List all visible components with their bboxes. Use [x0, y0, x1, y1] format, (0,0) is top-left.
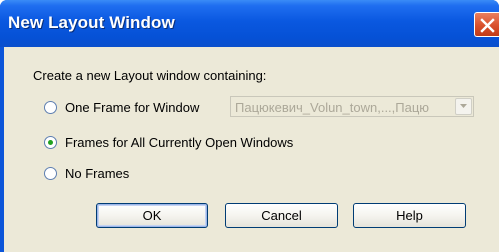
title-bar[interactable]: New Layout Window	[0, 0, 499, 47]
radio-all-frames[interactable]	[44, 135, 57, 149]
option-all-frames-label: Frames for All Currently Open Windows	[65, 134, 294, 150]
ok-button[interactable]: OK	[96, 203, 208, 228]
help-button[interactable]: Help	[353, 203, 466, 228]
dialog-window: New Layout Window Create a new Layout wi…	[0, 0, 499, 252]
dialog-prompt: Create a new Layout window containing:	[33, 68, 267, 83]
dialog-body: Create a new Layout window containing: O…	[4, 47, 499, 252]
window-select-dropdown-button	[455, 98, 472, 115]
option-all-frames[interactable]: Frames for All Currently Open Windows	[44, 133, 293, 151]
option-one-frame-label: One Frame for Window	[65, 99, 200, 115]
window-title: New Layout Window	[8, 13, 175, 32]
window-select: Пацюкевич_Volun_town,...,Пацю	[230, 96, 474, 117]
window-select-value: Пацюкевич_Volun_town,...,Пацю	[235, 100, 430, 115]
close-icon	[480, 18, 495, 33]
close-button[interactable]	[474, 12, 499, 37]
cancel-button[interactable]: Cancel	[225, 203, 338, 228]
radio-no-frames[interactable]	[44, 166, 57, 180]
chevron-down-icon	[460, 104, 467, 108]
option-one-frame[interactable]: One Frame for Window	[44, 98, 199, 116]
option-no-frames-label: No Frames	[65, 165, 130, 181]
option-no-frames[interactable]: No Frames	[44, 164, 129, 182]
radio-one-frame[interactable]	[44, 100, 57, 114]
